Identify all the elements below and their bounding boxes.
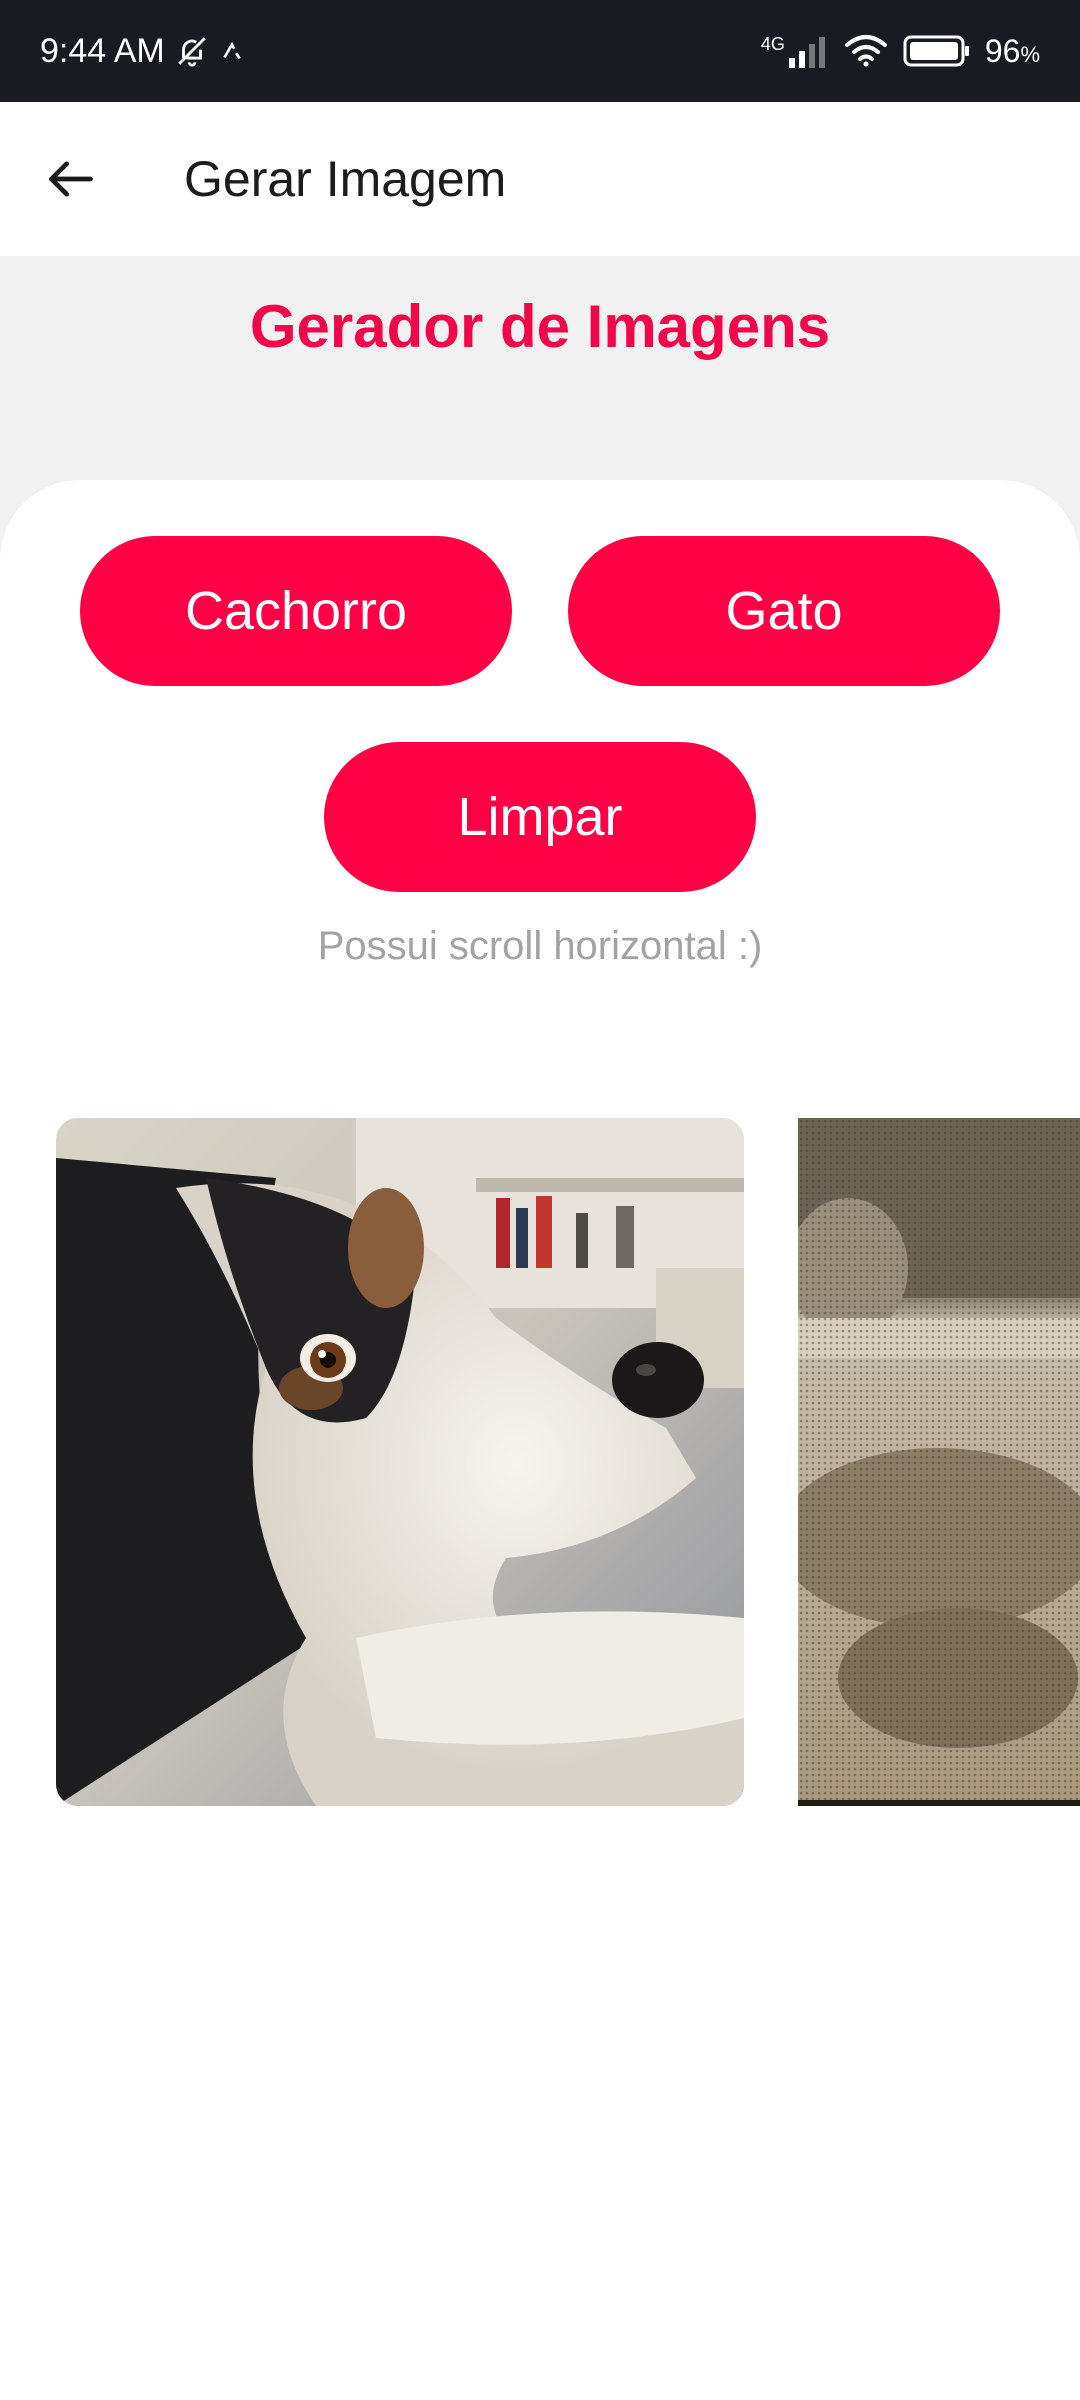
arrow-left-icon [49,161,93,197]
network-type-label: 4G [760,34,785,54]
dog-button[interactable]: Cachorro [80,536,512,686]
battery-icon [903,34,971,68]
page-title: Gerar Imagem [184,151,507,207]
status-time: 9:44 AM [40,31,165,70]
cat-button[interactable]: Gato [568,536,1000,686]
battery-unit: % [1020,41,1040,67]
bell-muted-icon [175,34,209,68]
dog-image [56,1118,744,1806]
app-bar: Gerar Imagem [0,102,1080,256]
main-heading: Gerador de Imagens [249,293,831,360]
status-right: 4G 96% [761,33,1040,70]
scroll-hint: Possui scroll horizontal :) [317,924,763,968]
status-bar: 9:44 AM 4G 96% [0,0,1080,102]
status-left: 9:44 AM [40,32,245,71]
battery-value: 96 [984,32,1021,69]
back-button[interactable] [16,124,126,234]
cellular-signal-icon: 4G [761,34,829,68]
notification-icon [219,38,245,64]
wifi-icon [843,33,889,69]
image-gallery[interactable] [0,1118,1080,1808]
clear-button[interactable]: Limpar [324,742,756,892]
battery-level: 96% [985,33,1040,70]
cat-image [798,1118,1080,1806]
